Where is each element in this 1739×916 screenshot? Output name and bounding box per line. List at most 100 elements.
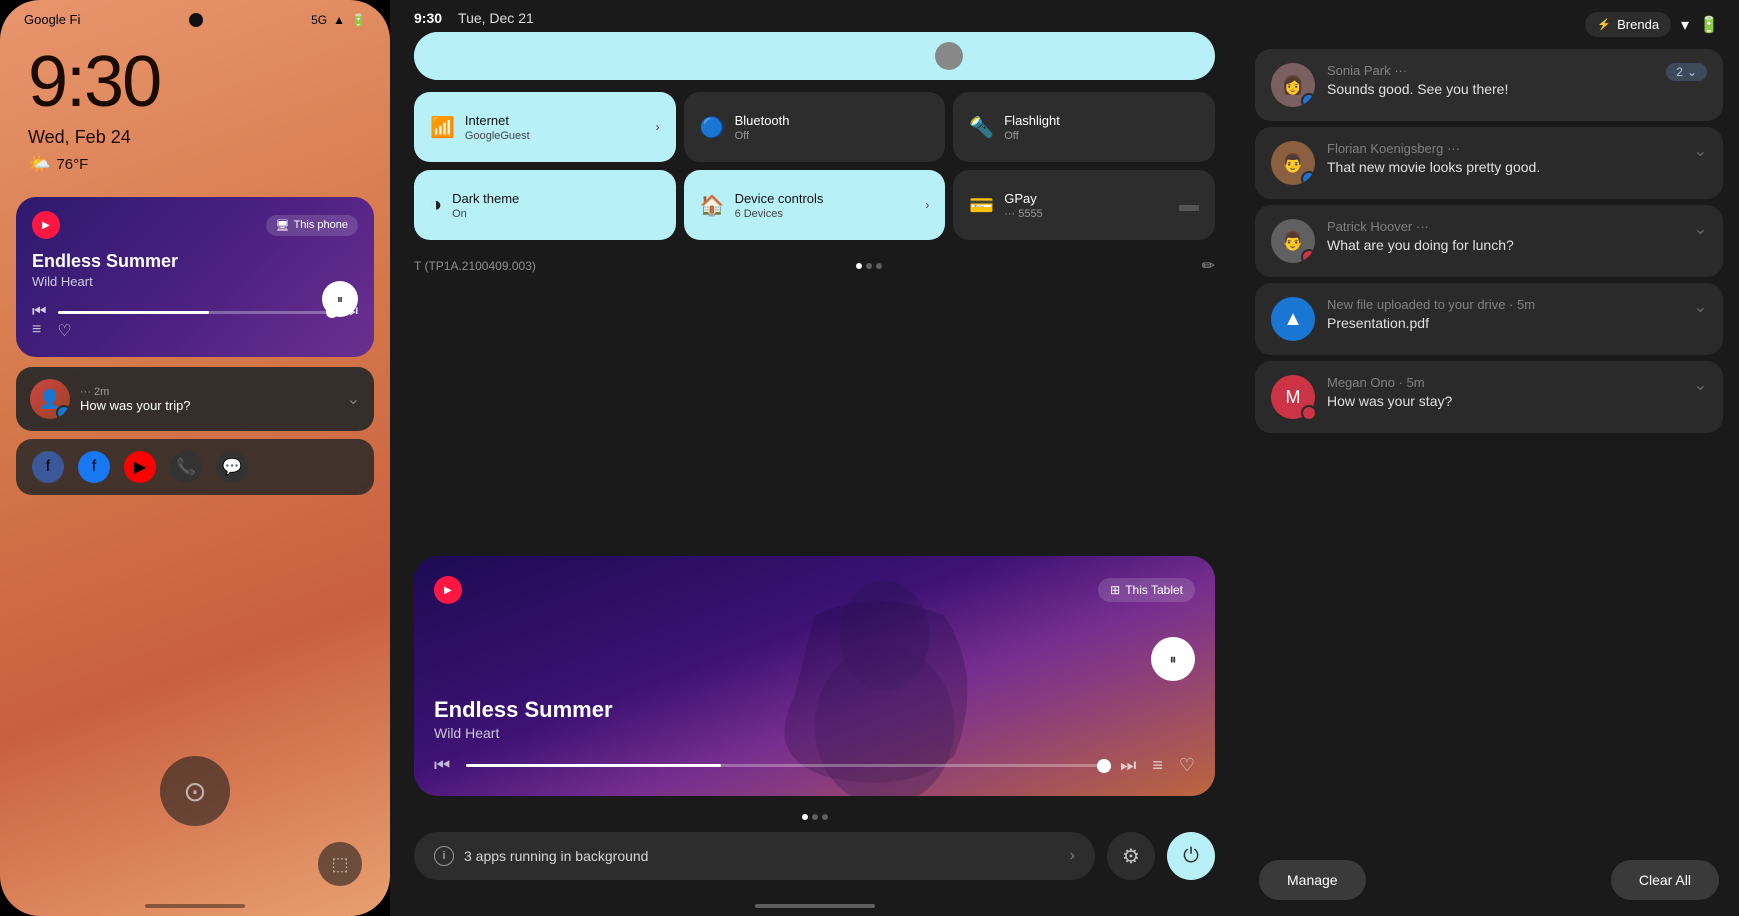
settings-button[interactable]: ⚙ bbox=[1107, 832, 1155, 880]
phone-music-artist: Wild Heart bbox=[32, 274, 358, 289]
megan-message: How was your stay? bbox=[1327, 393, 1682, 409]
tablet-home-indicator bbox=[390, 896, 1239, 916]
tablet-status-bar: 9:30 Tue, Dec 21 bbox=[390, 0, 1239, 32]
phone-network-label: 5G bbox=[311, 13, 327, 27]
qs-tile-flashlight-text: Flashlight Off bbox=[1004, 113, 1199, 142]
settings-icon: ⚙ bbox=[1122, 844, 1140, 869]
qs-device-controls-arrow-icon[interactable]: › bbox=[925, 198, 929, 212]
facebook2-icon[interactable]: f bbox=[78, 451, 110, 483]
phone-music-card[interactable]: ▶ 🖥 This phone Endless Summer Wild Heart… bbox=[16, 197, 374, 357]
charging-icon: ⚡ bbox=[1597, 18, 1611, 31]
manage-button[interactable]: Manage bbox=[1259, 860, 1366, 900]
tablet-music-play-icon[interactable]: ▶ bbox=[434, 576, 462, 604]
patrick-sender-label: Patrick Hoover ··· bbox=[1327, 219, 1682, 234]
megan-letter: M bbox=[1286, 387, 1301, 408]
qs-tile-gpay-text: GPay ··· 5555 bbox=[1004, 191, 1169, 220]
background-apps-pill[interactable]: i 3 apps running in background › bbox=[414, 832, 1095, 880]
florian-notif-right: ⌄ bbox=[1694, 141, 1707, 161]
tablet-queue-icon[interactable]: ≡ bbox=[1152, 755, 1163, 776]
notification-item-patrick[interactable]: 👨 Patrick Hoover ··· What are you doing … bbox=[1255, 205, 1723, 277]
phone-date: Wed, Feb 24 bbox=[0, 127, 390, 148]
user-badge[interactable]: ⚡ Brenda bbox=[1585, 12, 1671, 37]
qs-tile-device-controls[interactable]: 🏠 Device controls 6 Devices › bbox=[684, 170, 946, 240]
notifications-panel: ⚡ Brenda ▾ 🔋 👩 Sonia Park ··· Sounds goo… bbox=[1239, 0, 1739, 916]
megan-app-badge bbox=[1301, 405, 1317, 421]
megan-expand-icon: ⌄ bbox=[1694, 375, 1707, 395]
phone-app-icon[interactable]: 📞 bbox=[170, 451, 202, 483]
tablet-next-track-button[interactable]: ⏭ bbox=[1120, 755, 1136, 776]
qs-tile-dark-theme-text: Dark theme On bbox=[452, 191, 660, 220]
youtube-icon[interactable]: ▶ bbox=[124, 451, 156, 483]
notification-item-drive[interactable]: ▲ New file uploaded to your drive · 5m P… bbox=[1255, 283, 1723, 355]
qs-tile-bluetooth[interactable]: 🔵 Bluetooth Off bbox=[684, 92, 946, 162]
qs-tile-internet[interactable]: 📶 Internet GoogleGuest › bbox=[414, 92, 676, 162]
gpay-qs-icon: 💳 bbox=[969, 193, 994, 218]
notif-panel-top-bar: ⚡ Brenda ▾ 🔋 bbox=[1239, 0, 1739, 49]
tablet-this-device-badge: ⊞ This Tablet bbox=[1098, 578, 1195, 602]
phone-carrier-label: Google Fi bbox=[24, 12, 80, 27]
queue-icon[interactable]: ≡ bbox=[32, 321, 41, 341]
tablet-music-pause-button[interactable]: ⏸ bbox=[1151, 637, 1195, 681]
phone-notif-expand-icon[interactable]: ⌄ bbox=[347, 389, 360, 409]
power-button[interactable]: ⏻ bbox=[1167, 832, 1215, 880]
phone-music-progress[interactable] bbox=[58, 311, 331, 314]
phone-weather: 🌤️ 76°F bbox=[0, 148, 390, 181]
sonia-notif-content: Sonia Park ··· Sounds good. See you ther… bbox=[1327, 63, 1654, 97]
bluetooth-qs-icon: 🔵 bbox=[700, 115, 725, 140]
drive-notif-content: New file uploaded to your drive · 5m Pre… bbox=[1327, 297, 1682, 331]
phone-app-tray: f f ▶ 📞 💬 bbox=[16, 439, 374, 495]
notification-item-sonia[interactable]: 👩 Sonia Park ··· Sounds good. See you th… bbox=[1255, 49, 1723, 121]
facebook-icon[interactable]: f bbox=[32, 451, 64, 483]
tablet-home-bar bbox=[755, 904, 875, 908]
heart-icon[interactable]: ♡ bbox=[57, 321, 71, 341]
sonia-notif-right: 2 ⌄ bbox=[1666, 63, 1707, 81]
tablet-music-card[interactable]: ▶ ⊞ This Tablet ⏸ Endless Summer Wild He… bbox=[414, 556, 1215, 796]
monitor-icon: 🖥 bbox=[276, 219, 290, 232]
fingerprint-button[interactable]: ⊙ bbox=[160, 756, 230, 826]
qs-tile-dark-theme[interactable]: ◑ Dark theme On bbox=[414, 170, 676, 240]
device-build-label: T (TP1A.2100409.003) bbox=[414, 259, 536, 273]
notification-item-florian[interactable]: 👨 Florian Koenigsberg ··· That new movie… bbox=[1255, 127, 1723, 199]
messages-app-icon[interactable]: 💬 bbox=[216, 451, 248, 483]
tablet-prev-track-button[interactable]: ⏮ bbox=[434, 755, 450, 776]
qs-tile-gpay[interactable]: 💳 GPay ··· 5555 ▬ bbox=[953, 170, 1215, 240]
phone-notification-card[interactable]: 👤 ··· 2m How was your trip? ⌄ bbox=[16, 367, 374, 431]
this-phone-label: This phone bbox=[294, 219, 348, 231]
info-icon: i bbox=[434, 846, 454, 866]
sonia-app-badge bbox=[1301, 93, 1315, 107]
notif-wifi-icon: ▾ bbox=[1681, 15, 1689, 35]
device-info-row: T (TP1A.2100409.003) ✏ bbox=[414, 252, 1215, 286]
recents-icon: ⬚ bbox=[331, 854, 348, 875]
sonia-expand-icon: ⌄ bbox=[1687, 65, 1697, 79]
florian-expand-icon: ⌄ bbox=[1694, 141, 1707, 161]
tablet-icon: ⊞ bbox=[1110, 583, 1120, 597]
weather-icon: 🌤️ bbox=[28, 154, 50, 175]
notification-item-megan[interactable]: M Megan Ono · 5m How was your stay? ⌄ bbox=[1255, 361, 1723, 433]
brightness-thumb[interactable] bbox=[935, 42, 963, 70]
qs-tile-flashlight[interactable]: 🔦 Flashlight Off bbox=[953, 92, 1215, 162]
prev-track-button[interactable]: ⏮ bbox=[32, 303, 46, 321]
patrick-notif-right: ⌄ bbox=[1694, 219, 1707, 239]
phone-notif-content: ··· 2m How was your trip? bbox=[80, 386, 337, 413]
megan-notif-content: Megan Ono · 5m How was your stay? bbox=[1327, 375, 1682, 409]
music-top-row: ▶ 🖥 This phone bbox=[32, 211, 358, 239]
recents-button[interactable]: ⬚ bbox=[318, 842, 362, 886]
brightness-slider[interactable]: ☀ bbox=[414, 32, 1215, 80]
tablet-heart-icon[interactable]: ♡ bbox=[1179, 755, 1195, 776]
florian-notif-content: Florian Koenigsberg ··· That new movie l… bbox=[1327, 141, 1682, 175]
qs-device-controls-sub: 6 Devices bbox=[735, 208, 916, 220]
tablet-media-page-dots bbox=[390, 814, 1239, 820]
phone-music-controls: ⏮ ⏭ bbox=[32, 303, 358, 321]
tablet-music-progress-fill bbox=[466, 764, 721, 767]
qs-tile-device-controls-text: Device controls 6 Devices bbox=[735, 191, 916, 220]
sonia-name: Sonia Park ··· bbox=[1327, 63, 1407, 78]
drive-expand-icon: ⌄ bbox=[1694, 297, 1707, 317]
phone-notif-avatar: 👤 bbox=[30, 379, 70, 419]
music-play-icon[interactable]: ▶ bbox=[32, 211, 60, 239]
clear-all-button[interactable]: Clear All bbox=[1611, 860, 1719, 900]
phone-music-pause-button[interactable]: ⏸ bbox=[322, 281, 358, 317]
qs-internet-arrow-icon[interactable]: › bbox=[656, 120, 660, 134]
edit-qs-icon[interactable]: ✏ bbox=[1202, 256, 1215, 276]
dark-theme-qs-icon: ◑ bbox=[430, 194, 442, 217]
tablet-music-progress[interactable] bbox=[466, 764, 1104, 767]
